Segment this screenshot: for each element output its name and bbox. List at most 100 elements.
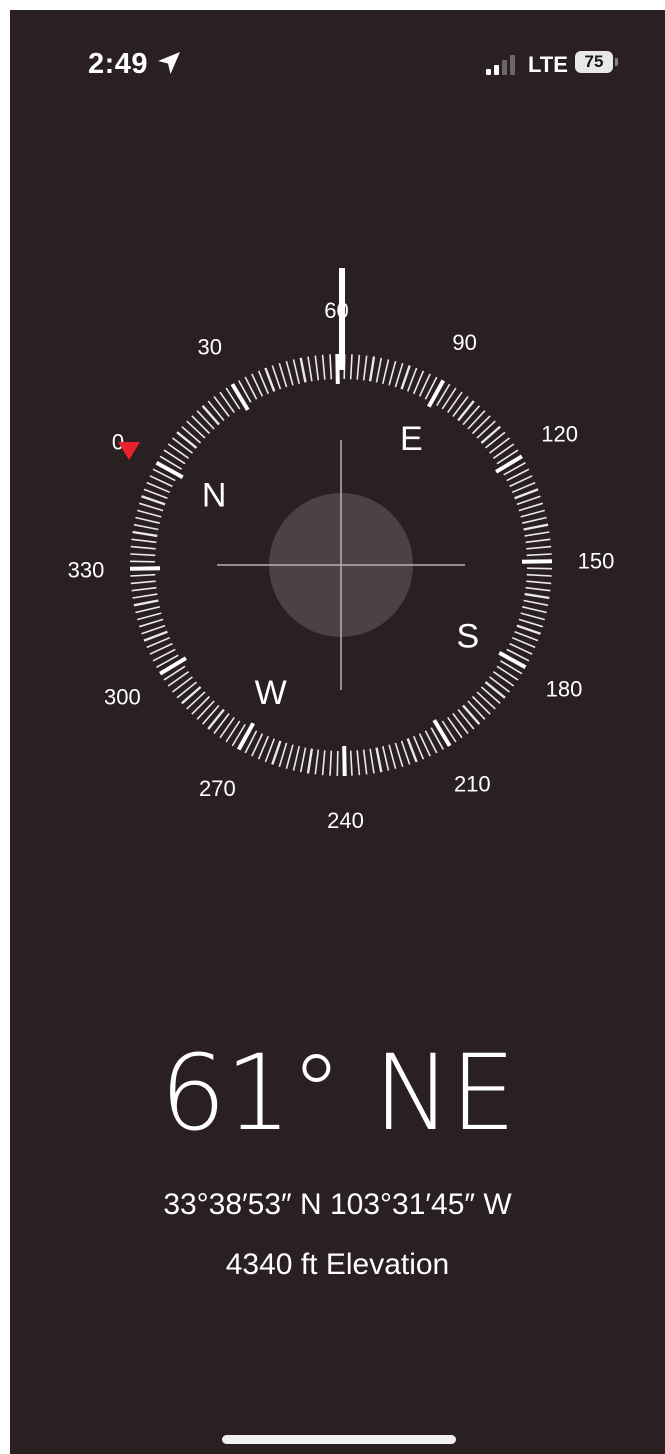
compass-tick (292, 746, 300, 771)
compass-tick (135, 606, 160, 614)
compass-tick (471, 415, 491, 435)
compass-tick (335, 353, 340, 385)
compass-tick (526, 553, 552, 557)
compass-tick (441, 387, 457, 410)
compass-tick (136, 509, 162, 518)
compass-tick (329, 750, 333, 776)
compass-tick (400, 740, 411, 765)
degree-label-90: 90 (452, 330, 476, 355)
compass-tick (130, 545, 156, 550)
compass-tick (141, 495, 166, 506)
compass-tick (143, 488, 168, 500)
compass-tick (480, 686, 501, 705)
home-indicator[interactable] (222, 1435, 456, 1444)
compass-tick (138, 618, 164, 628)
compass-tick (471, 695, 491, 715)
cardinal-label-north: N (202, 477, 227, 515)
compass-tick (514, 630, 539, 642)
degree-label-210: 210 (454, 772, 491, 797)
compass-tick (362, 749, 368, 775)
compass-tick (492, 671, 515, 687)
compass-tick (375, 357, 383, 383)
degree-label-0: 0 (112, 429, 124, 454)
compass-tick (388, 360, 397, 386)
elevation-text: 4340 ft Elevation (225, 1248, 450, 1281)
compass-tick (462, 704, 481, 725)
compass-tick (299, 747, 307, 773)
compass-tick (518, 618, 544, 628)
compass-tick (349, 354, 353, 380)
compass-tick (167, 443, 190, 459)
compass-tick (382, 746, 390, 771)
compass-tick (349, 750, 353, 776)
compass-tick (230, 383, 250, 411)
compass-tick (196, 410, 215, 430)
compass-tick (498, 651, 527, 670)
degree-label-270: 270 (199, 776, 236, 801)
compass-tick (329, 354, 333, 380)
compass-tick (526, 580, 552, 585)
compass-tick (278, 742, 288, 768)
compass-tick (432, 719, 452, 747)
compass-tick (522, 606, 547, 614)
compass-tick (447, 716, 463, 739)
compass-tick (141, 624, 166, 635)
compass-tick (526, 545, 552, 550)
compass-tick (524, 531, 550, 537)
compass-tick (496, 665, 519, 681)
coordinates-text[interactable]: 33°38′53″ N 103°31′45″ W (10, 1188, 665, 1222)
compass-tick (264, 367, 276, 392)
degree-label-30: 30 (197, 334, 221, 359)
degree-label-60: 60 (324, 298, 348, 323)
compass-tick (167, 671, 190, 687)
compass-tick (271, 740, 282, 765)
compass-tick (321, 354, 326, 380)
compass-tick (225, 720, 241, 743)
heading-readout: 61° NE (160, 1032, 516, 1154)
compass-tick (131, 586, 157, 592)
compass-tick (129, 566, 161, 571)
compass-tick (492, 443, 515, 459)
compass-tick (342, 745, 347, 777)
compass-tick (207, 708, 225, 730)
compass-tick (525, 538, 551, 544)
compass-tick (516, 624, 541, 635)
compass-tick (518, 502, 544, 512)
compass-tick (201, 405, 220, 426)
compass-tick (525, 586, 551, 592)
compass-tick (136, 612, 162, 621)
compass-tick (489, 676, 510, 693)
compass-tick (278, 362, 288, 388)
compass-tick (219, 391, 235, 414)
compass-tick (369, 748, 375, 774)
degree-label-240: 240 (327, 808, 364, 833)
cardinal-label-east: E (400, 420, 423, 458)
compass-tick (523, 599, 549, 607)
compass-tick (172, 437, 193, 454)
compass-tick (163, 449, 186, 465)
compass-tick (521, 559, 553, 564)
compass-tick (484, 431, 506, 449)
compass-tick (495, 454, 523, 474)
compass-tick (336, 750, 339, 777)
compass-tick (362, 355, 368, 381)
compass-tick (314, 355, 320, 381)
degree-label-330: 330 (68, 558, 105, 583)
cardinal-label-west: W (255, 674, 287, 712)
compass-screen: 2:49 LTE 75 0 30 60 90 120 150 180 210 240 270 300… (10, 10, 665, 1454)
compass-tick (388, 744, 397, 770)
compass-tick (207, 400, 225, 422)
compass-tick (394, 362, 404, 388)
compass-tick (264, 738, 276, 763)
compass-tick (314, 749, 320, 775)
compass-tick (522, 516, 547, 524)
compass-tick (181, 686, 202, 705)
compass-tick (457, 400, 475, 422)
compass-tick (368, 356, 376, 382)
compass-tick (406, 367, 418, 392)
compass-tick (213, 713, 230, 734)
compass-tick (155, 460, 184, 479)
compass-tick (186, 691, 206, 710)
compass-tick (176, 431, 198, 449)
compass-tick (129, 560, 156, 563)
